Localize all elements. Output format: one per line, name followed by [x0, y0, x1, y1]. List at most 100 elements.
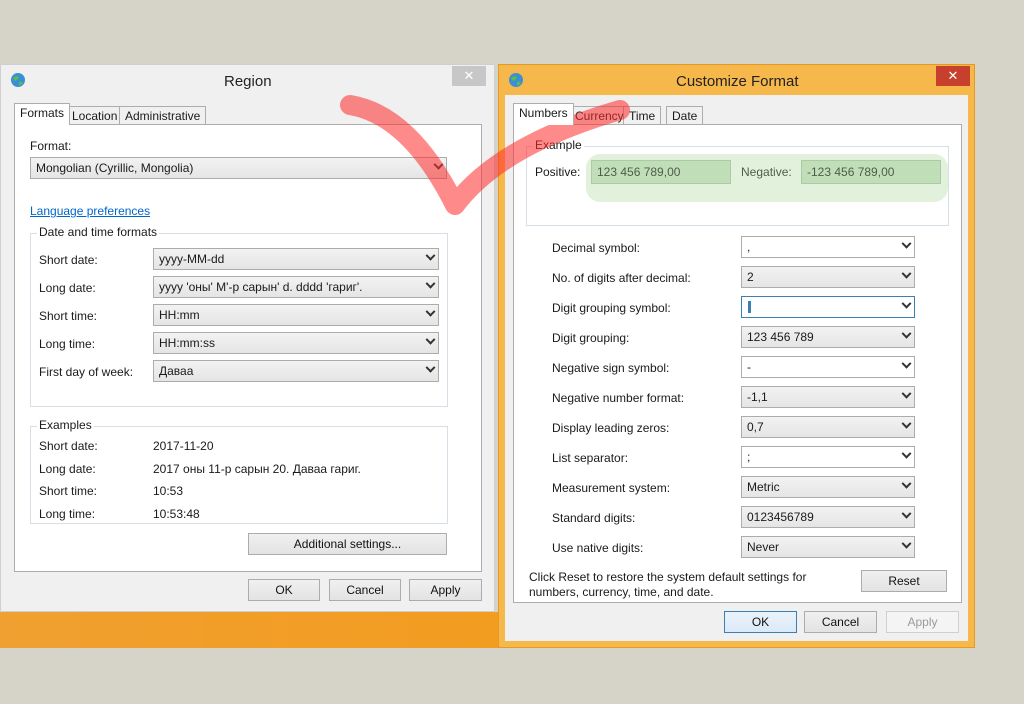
negative-sign-value: - [747, 360, 751, 374]
example-title: Example [533, 138, 584, 152]
measurement-system-select[interactable]: Metric [741, 476, 915, 498]
customize-titlebar: Customize Format ✕ [499, 65, 974, 95]
tab-formats[interactable]: Formats [14, 103, 71, 125]
digits-after-decimal-select[interactable]: 2 [741, 266, 915, 288]
customize-title: Customize Format [676, 73, 799, 90]
language-preferences-link[interactable]: Language preferences [30, 204, 150, 218]
standard-digits-value: 0123456789 [747, 510, 814, 524]
tab-administrative[interactable]: Administrative [119, 106, 207, 124]
apply-button[interactable]: Apply [409, 579, 482, 601]
region-title: Region [224, 73, 272, 90]
chevron-down-icon [425, 306, 436, 317]
chevron-down-icon [901, 538, 912, 549]
chevron-down-icon [425, 362, 436, 373]
short-time-select[interactable]: HH:mm [153, 304, 439, 326]
globe-icon [509, 73, 523, 87]
short-date-select[interactable]: yyyy-MM-dd [153, 248, 439, 270]
close-icon: ✕ [947, 68, 959, 83]
native-digits-select[interactable]: Never [741, 536, 915, 558]
positive-label: Positive: [535, 165, 581, 179]
measurement-system-label: Measurement system: [552, 481, 671, 495]
example-long-time-label: Long time: [39, 507, 96, 521]
negative-sign-select[interactable]: - [741, 356, 915, 378]
short-time-value: HH:mm [159, 308, 200, 322]
date-time-formats-title: Date and time formats [37, 225, 160, 239]
negative-example: -123 456 789,00 [801, 160, 941, 184]
native-digits-value: Never [747, 540, 780, 554]
tab-time[interactable]: Time [623, 106, 662, 124]
example-short-date-label: Short date: [39, 439, 98, 453]
digit-grouping-label: Digit grouping: [552, 331, 630, 345]
close-button[interactable]: ✕ [452, 66, 486, 86]
tab-date[interactable]: Date [666, 106, 704, 124]
examples-group: Examples Short date: 2017-11-20 Long dat… [30, 418, 448, 524]
example-long-date-value: 2017 оны 11-р сарын 20. Даваа гариг. [153, 462, 361, 476]
example-long-date-label: Long date: [39, 462, 96, 476]
digits-after-decimal-value: 2 [747, 270, 754, 284]
leading-zeros-value: 0,7 [747, 420, 764, 434]
first-day-select[interactable]: Даваа [153, 360, 439, 382]
long-date-select[interactable]: yyyy 'оны' M'-р сарын' d. dddd 'гариг'. [153, 276, 439, 298]
ok-button[interactable]: OK [724, 611, 797, 633]
format-label: Format: [30, 139, 72, 153]
decimal-symbol-value: , [747, 240, 751, 254]
reset-note-line1: Click Reset to restore the system defaul… [529, 570, 807, 584]
close-button[interactable]: ✕ [936, 66, 970, 86]
tab-currency[interactable]: Currency [569, 106, 630, 124]
formats-panel: Format: Mongolian (Cyrillic, Mongolia) L… [14, 124, 482, 572]
chevron-down-icon [901, 358, 912, 369]
chevron-down-icon [901, 388, 912, 399]
example-short-time-label: Short time: [39, 484, 98, 498]
negative-label: Negative: [741, 165, 792, 179]
standard-digits-label: Standard digits: [552, 511, 636, 525]
positive-example: 123 456 789,00 [591, 160, 731, 184]
digit-grouping-select[interactable]: 123 456 789 [741, 326, 915, 348]
leading-zeros-select[interactable]: 0,7 [741, 416, 915, 438]
negative-number-format-label: Negative number format: [552, 391, 685, 405]
apply-button[interactable]: Apply [886, 611, 959, 633]
additional-settings-button[interactable]: Additional settings... [248, 533, 447, 555]
cancel-button[interactable]: Cancel [329, 579, 401, 601]
chevron-down-icon [901, 298, 912, 309]
ok-button[interactable]: OK [248, 579, 320, 601]
example-short-date-value: 2017-11-20 [153, 439, 214, 453]
tab-numbers[interactable]: Numbers [513, 103, 574, 125]
chevron-down-icon [425, 278, 436, 289]
measurement-system-value: Metric [747, 480, 780, 494]
format-select[interactable]: Mongolian (Cyrillic, Mongolia) [30, 157, 447, 179]
long-time-value: HH:mm:ss [159, 336, 215, 350]
short-date-value: yyyy-MM-dd [159, 252, 225, 266]
standard-digits-select[interactable]: 0123456789 [741, 506, 915, 528]
text-cursor [748, 301, 751, 313]
customize-client: Numbers Currency Time Date Example Posit… [505, 95, 968, 641]
decimal-symbol-select[interactable]: , [741, 236, 915, 258]
cancel-button[interactable]: Cancel [804, 611, 877, 633]
reset-note-line2: numbers, currency, time, and date. [529, 585, 714, 599]
digit-grouping-symbol-input[interactable] [741, 296, 915, 318]
globe-icon [11, 73, 25, 87]
long-date-label: Long date: [39, 281, 96, 295]
chevron-down-icon [433, 159, 444, 170]
long-time-label: Long time: [39, 337, 96, 351]
leading-zeros-label: Display leading zeros: [552, 421, 670, 435]
decimal-symbol-label: Decimal symbol: [552, 241, 641, 255]
list-separator-select[interactable]: ; [741, 446, 915, 468]
chevron-down-icon [425, 250, 436, 261]
chevron-down-icon [901, 268, 912, 279]
long-time-select[interactable]: HH:mm:ss [153, 332, 439, 354]
customize-format-window: Customize Format ✕ Numbers Currency Time… [498, 64, 975, 648]
reset-button[interactable]: Reset [861, 570, 947, 592]
negative-sign-label: Negative sign symbol: [552, 361, 670, 375]
chevron-down-icon [901, 328, 912, 339]
digits-after-decimal-label: No. of digits after decimal: [552, 271, 691, 285]
first-day-label: First day of week: [39, 365, 134, 379]
numbers-panel: Example Positive: 123 456 789,00 Negativ… [513, 124, 962, 603]
format-value: Mongolian (Cyrillic, Mongolia) [36, 161, 194, 175]
list-separator-value: ; [747, 450, 751, 464]
negative-number-format-select[interactable]: -1,1 [741, 386, 915, 408]
example-group: Example Positive: 123 456 789,00 Negativ… [526, 138, 949, 226]
tab-location[interactable]: Location [66, 106, 124, 124]
negative-number-format-value: -1,1 [747, 390, 768, 404]
chevron-down-icon [425, 334, 436, 345]
chevron-down-icon [901, 508, 912, 519]
